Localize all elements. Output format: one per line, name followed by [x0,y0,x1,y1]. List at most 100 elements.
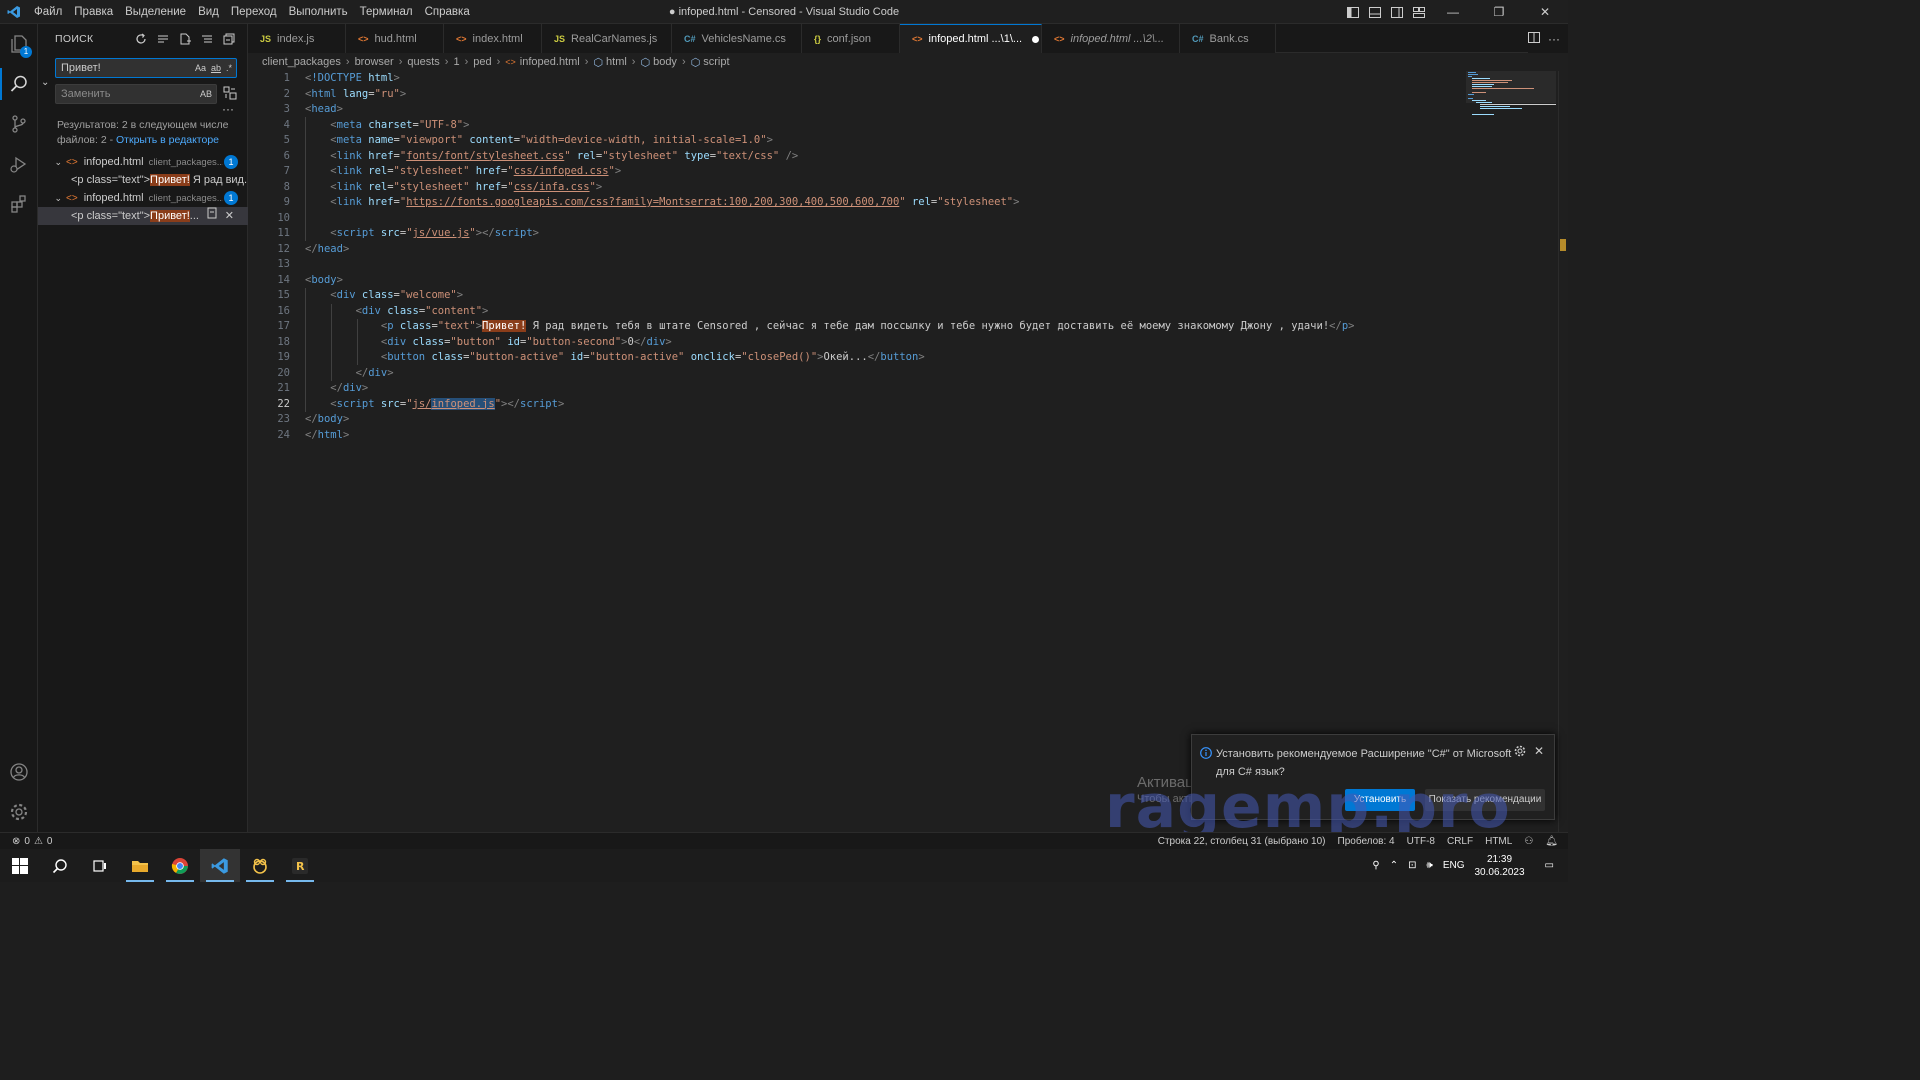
tab-hud-html[interactable]: <> hud.html [346,24,444,53]
extensions-icon[interactable] [0,184,38,224]
end-of-line[interactable]: CRLF [1447,836,1473,847]
file-explorer-icon[interactable] [120,849,160,882]
tab-bank-cs[interactable]: C# Bank.cs [1180,24,1276,53]
vscode-taskbar-icon[interactable] [200,849,240,882]
app-icon[interactable] [240,849,280,882]
code-lines[interactable]: <!DOCTYPE html> <html lang="ru"> <head> <m… [305,71,1535,443]
search-input[interactable]: Привет! Aa ab .* [55,58,237,78]
language-mode[interactable]: HTML [1485,836,1512,847]
tab-index-html[interactable]: <> index.html [444,24,542,53]
notification-gear-icon[interactable] [1514,745,1526,760]
replace-input[interactable]: Заменить AB [55,84,217,104]
ragemp-icon[interactable]: R [280,849,320,882]
code-line[interactable]: <meta charset="UTF-8"> [305,118,1535,134]
tab-conf-json[interactable]: {} conf.json [802,24,900,53]
breadcrumb-item[interactable]: ped [473,56,491,68]
code-line[interactable]: <meta name="viewport" content="width=dev… [305,133,1535,149]
task-view-icon[interactable] [80,849,120,882]
taskbar-search-icon[interactable] [40,849,80,882]
code-line[interactable]: </head> [305,242,1535,258]
menu-file[interactable]: Файл [28,0,68,24]
toggle-replace-chevron-icon[interactable]: ⌄ [41,77,49,88]
toggle-sidebar-icon[interactable] [1342,0,1364,24]
collapse-all-icon[interactable] [221,31,237,47]
tab-infoped-html-1[interactable]: <> infoped.html ...\1\... [900,24,1042,53]
tab-infoped-html-2[interactable]: <> infoped.html ...\2\... [1042,24,1180,53]
tab-index-js[interactable]: JS index.js [248,24,346,53]
result-file[interactable]: ⌄ <> infoped.html client_packages... 1 [38,153,248,171]
breadcrumb-item[interactable]: script [703,56,729,68]
menu-edit[interactable]: Правка [68,0,119,24]
source-control-icon[interactable] [0,104,38,144]
refresh-icon[interactable] [133,31,149,47]
match-whole-word-toggle[interactable]: ab [211,59,221,77]
code-editor[interactable]: 1 2 3 4 5 6 7 8 9 10 11 12 13 14 15 16 1… [248,71,1568,832]
people-icon[interactable]: ⚲ [1372,860,1379,871]
code-line[interactable]: <div class="content"> [305,304,1535,320]
tab-vehiclesname-cs[interactable]: C# VehiclesName.cs [672,24,802,53]
run-debug-icon[interactable] [0,144,38,184]
manage-gear-icon[interactable] [0,792,38,832]
windows-start-icon[interactable] [0,849,40,882]
tab-realcarnames-js[interactable]: JS RealCarNames.js [542,24,672,53]
explorer-icon[interactable]: 1 [0,24,38,64]
notifications-bell-icon[interactable]: 🔔︎ [1545,836,1558,847]
code-line[interactable]: <button class="button-active" id="button… [305,350,1535,366]
breadcrumb-item[interactable]: html [606,56,627,68]
unsaved-dot-icon[interactable] [1032,35,1040,43]
code-line[interactable]: </body> [305,412,1535,428]
cursor-position[interactable]: Строка 22, столбец 31 (выбрано 10) [1158,836,1326,847]
code-line[interactable]: <link href="https://fonts.googleapis.com… [305,195,1535,211]
clear-results-icon[interactable] [155,31,171,47]
code-line[interactable]: <link rel="stylesheet" href="css/infa.cs… [305,180,1535,196]
code-line[interactable]: </html> [305,428,1535,444]
result-match[interactable]: <p class="text">Привет! Я рад вид... [38,171,248,189]
feedback-icon[interactable]: ⚇ [1524,836,1533,847]
new-search-editor-icon[interactable] [177,31,193,47]
chrome-icon[interactable] [160,849,200,882]
result-match-selected[interactable]: <p class="text">Привет!... ✕ [38,207,248,225]
volume-icon[interactable]: 🕪︎ [1427,860,1433,871]
code-line[interactable]: <head> [305,102,1535,118]
menu-view[interactable]: Вид [192,0,225,24]
code-line[interactable]: </div> [305,366,1535,382]
minimap[interactable] [1466,71,1556,832]
preserve-case-toggle[interactable]: AB [200,85,212,103]
toggle-panel-icon[interactable] [1364,0,1386,24]
replace-match-icon[interactable] [207,207,217,225]
network-icon[interactable]: ⊡ [1408,860,1416,871]
code-line[interactable]: <script src="js/infoped.js"></script> [305,397,1535,413]
breadcrumb-item[interactable]: infoped.html [520,56,580,68]
open-in-editor-link[interactable]: Открыть в редакторе [116,134,219,146]
split-editor-icon[interactable] [1528,31,1540,46]
action-center-icon[interactable]: ▭ [1545,860,1554,871]
code-line[interactable]: <div class="button" id="button-second">0… [305,335,1535,351]
customize-layout-icon[interactable] [1408,0,1430,24]
minimize-button[interactable]: — [1430,0,1476,24]
toggle-secondary-sidebar-icon[interactable] [1386,0,1408,24]
menu-help[interactable]: Справка [419,0,476,24]
code-line[interactable]: <body> [305,273,1535,289]
indentation[interactable]: Пробелов: 4 [1338,836,1395,847]
search-icon[interactable] [0,64,38,104]
code-line[interactable]: <link rel="stylesheet" href="css/infoped… [305,164,1535,180]
menu-selection[interactable]: Выделение [119,0,192,24]
result-file[interactable]: ⌄ <> infoped.html client_packages... 1 [38,189,248,207]
encoding[interactable]: UTF-8 [1407,836,1435,847]
match-case-toggle[interactable]: Aa [195,59,206,77]
breadcrumb-item[interactable]: client_packages [262,56,341,68]
more-actions-icon[interactable]: ··· [1548,32,1560,46]
problems-indicator[interactable]: ⊗ 0 ⚠ 0 [0,836,52,847]
input-language[interactable]: ENG [1443,860,1465,871]
replace-all-icon[interactable] [223,86,239,102]
code-line[interactable]: <link href="fonts/font/stylesheet.css" r… [305,149,1535,165]
breadcrumb-item[interactable]: 1 [453,56,459,68]
restore-button[interactable]: ❐ [1476,0,1522,24]
breadcrumb-item[interactable]: body [653,56,677,68]
code-line[interactable]: <div class="welcome"> [305,288,1535,304]
code-line[interactable]: <html lang="ru"> [305,87,1535,103]
breadcrumb-item[interactable]: quests [407,56,439,68]
breadcrumb-item[interactable]: browser [355,56,394,68]
code-line[interactable]: </div> [305,381,1535,397]
menu-terminal[interactable]: Терминал [354,0,419,24]
